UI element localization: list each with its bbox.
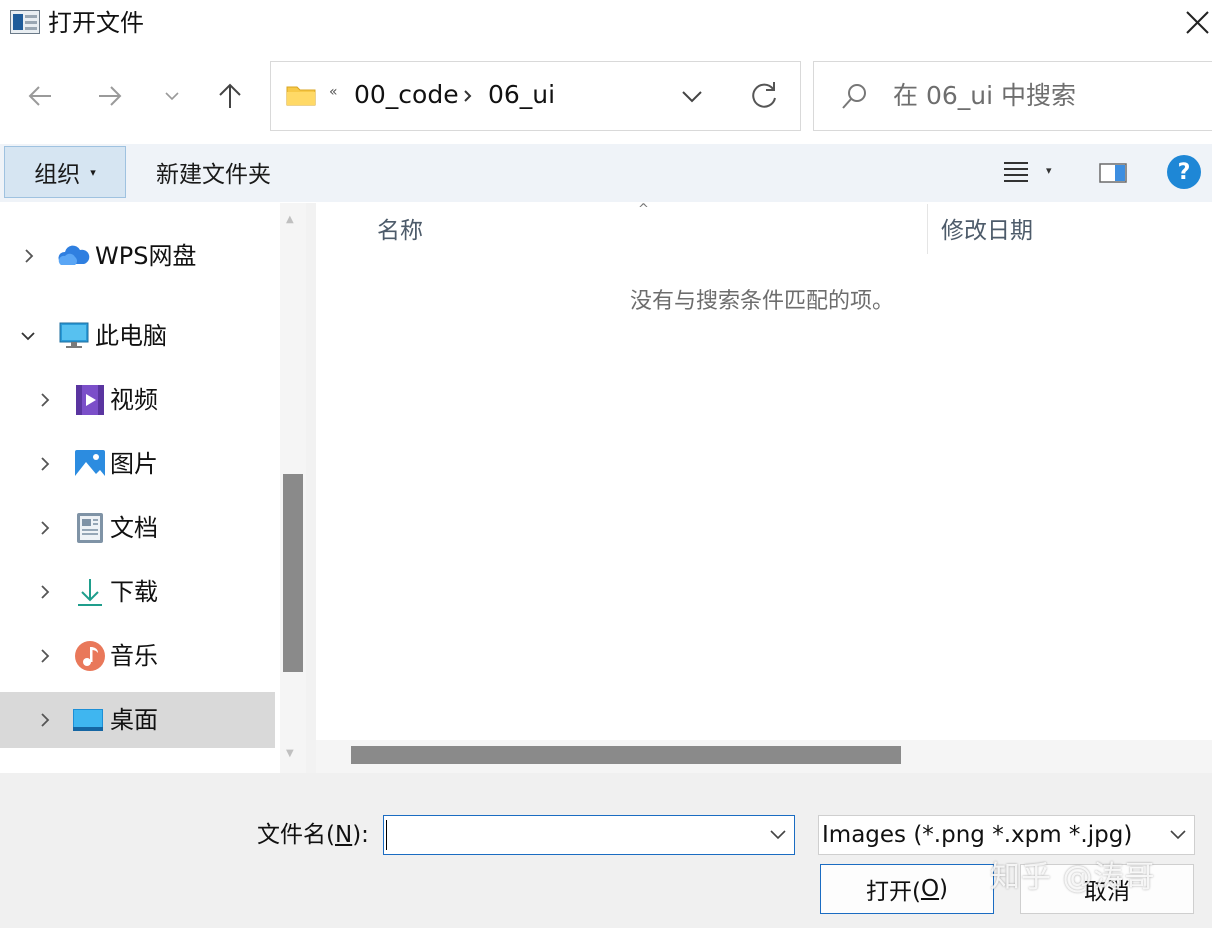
horizontal-scroll-thumb[interactable] (351, 746, 901, 764)
refresh-button[interactable] (746, 78, 782, 114)
computer-icon (59, 322, 89, 348)
pictures-icon (75, 450, 105, 478)
search-icon (838, 80, 870, 114)
tree-item-desktop[interactable]: 桌面 (0, 692, 275, 748)
file-type-dropdown-button[interactable] (1166, 824, 1190, 846)
preview-pane-button[interactable] (1096, 158, 1130, 188)
tree-item-partial-icon (76, 766, 86, 773)
file-type-value[interactable]: Images (*.png *.xpm *.jpg) (822, 818, 1132, 852)
app-icon (10, 10, 40, 34)
forward-button[interactable] (90, 76, 130, 116)
column-header-name[interactable]: 名称 (377, 214, 423, 248)
help-button[interactable]: ? (1167, 155, 1201, 189)
open-button[interactable]: 打开(O) (820, 864, 994, 914)
close-icon (1186, 11, 1209, 34)
chevron-right-icon (41, 393, 50, 407)
chevron-down-icon (165, 92, 179, 101)
chevron-right-icon (41, 585, 50, 599)
preview-pane-icon (1099, 163, 1127, 183)
tree-item-wps[interactable]: WPS网盘 (0, 228, 275, 284)
tree-item-label: 图片 (110, 450, 158, 478)
tree-item-label: 下载 (110, 578, 158, 606)
column-header-date-modified[interactable]: 修改日期 (941, 214, 1033, 248)
nav-pane-scroll-thumb[interactable] (283, 474, 303, 672)
close-button[interactable] (1180, 8, 1212, 40)
breadcrumb-overflow[interactable]: « (329, 84, 338, 100)
tree-item-this-pc[interactable]: 此电脑 (0, 308, 275, 364)
download-icon (78, 579, 102, 606)
folder-icon (286, 84, 316, 106)
list-view-icon (1004, 162, 1028, 182)
tree-item-label: WPS网盘 (95, 242, 197, 270)
video-icon (76, 385, 104, 415)
tree-item-downloads[interactable]: 下载 (0, 564, 275, 620)
music-icon (75, 641, 105, 671)
caret-down-icon: ▾ (90, 165, 96, 179)
chevron-right-icon (41, 457, 50, 471)
chevron-right-icon (41, 713, 50, 727)
documents-icon (77, 513, 103, 543)
new-folder-button[interactable]: 新建文件夹 (146, 146, 281, 198)
recent-locations-button[interactable] (152, 76, 192, 116)
scroll-down-arrow-icon[interactable]: ▼ (286, 748, 294, 759)
breadcrumb-item[interactable]: 00_code (354, 78, 459, 112)
title-bar (0, 0, 1212, 46)
chevron-down-icon (1170, 830, 1186, 840)
chevron-down-icon (682, 91, 702, 103)
address-dropdown-button[interactable] (676, 82, 708, 112)
organize-button[interactable]: 组织 ▾ (4, 146, 126, 198)
window-title: 打开文件 (48, 9, 144, 37)
breadcrumb-separator-icon[interactable] (458, 84, 478, 108)
view-options-button[interactable] (996, 156, 1036, 190)
chevron-down-icon (770, 830, 786, 840)
arrow-up-icon (219, 83, 241, 108)
breadcrumb-item[interactable]: 06_ui (488, 78, 555, 112)
sort-ascending-icon: ^ (638, 202, 649, 217)
tree-item-label: 桌面 (110, 706, 158, 734)
organize-label: 组织 (34, 162, 81, 188)
caret-down-icon[interactable]: ▾ (1046, 164, 1052, 177)
refresh-icon (752, 82, 776, 108)
tree-item-documents[interactable]: 文档 (0, 500, 275, 556)
filename-history-dropdown[interactable] (766, 824, 790, 846)
chevron-right-icon (25, 249, 34, 263)
tree-item-pictures[interactable]: 图片 (0, 436, 275, 492)
arrow-right-icon (99, 86, 122, 106)
tree-item-label: 音乐 (110, 642, 158, 670)
back-button[interactable] (20, 76, 60, 116)
text-cursor (386, 820, 387, 850)
chevron-right-icon (41, 649, 50, 663)
arrow-left-icon (28, 86, 51, 106)
column-divider[interactable] (927, 204, 928, 254)
tree-item-label: 视频 (110, 386, 158, 414)
scroll-up-arrow-icon[interactable]: ▲ (286, 214, 294, 225)
up-button[interactable] (210, 76, 250, 116)
chevron-down-icon (21, 332, 35, 341)
tree-item-videos[interactable]: 视频 (0, 372, 275, 428)
chevron-right-icon (41, 521, 50, 535)
tree-item-label: 此电脑 (95, 322, 167, 350)
tree-item-label: 文档 (110, 514, 158, 542)
pane-splitter[interactable] (306, 203, 316, 773)
watermark: 知乎 @涛哥 (990, 860, 1156, 895)
tree-item-music[interactable]: 音乐 (0, 628, 275, 684)
desktop-icon (73, 709, 103, 731)
filename-input[interactable] (383, 815, 795, 855)
cloud-icon (58, 245, 90, 265)
empty-results-message: 没有与搜索条件匹配的项。 (630, 289, 895, 314)
search-placeholder[interactable]: 在 06_ui 中搜索 (893, 79, 1076, 113)
filename-label: 文件名(N): (257, 822, 369, 848)
